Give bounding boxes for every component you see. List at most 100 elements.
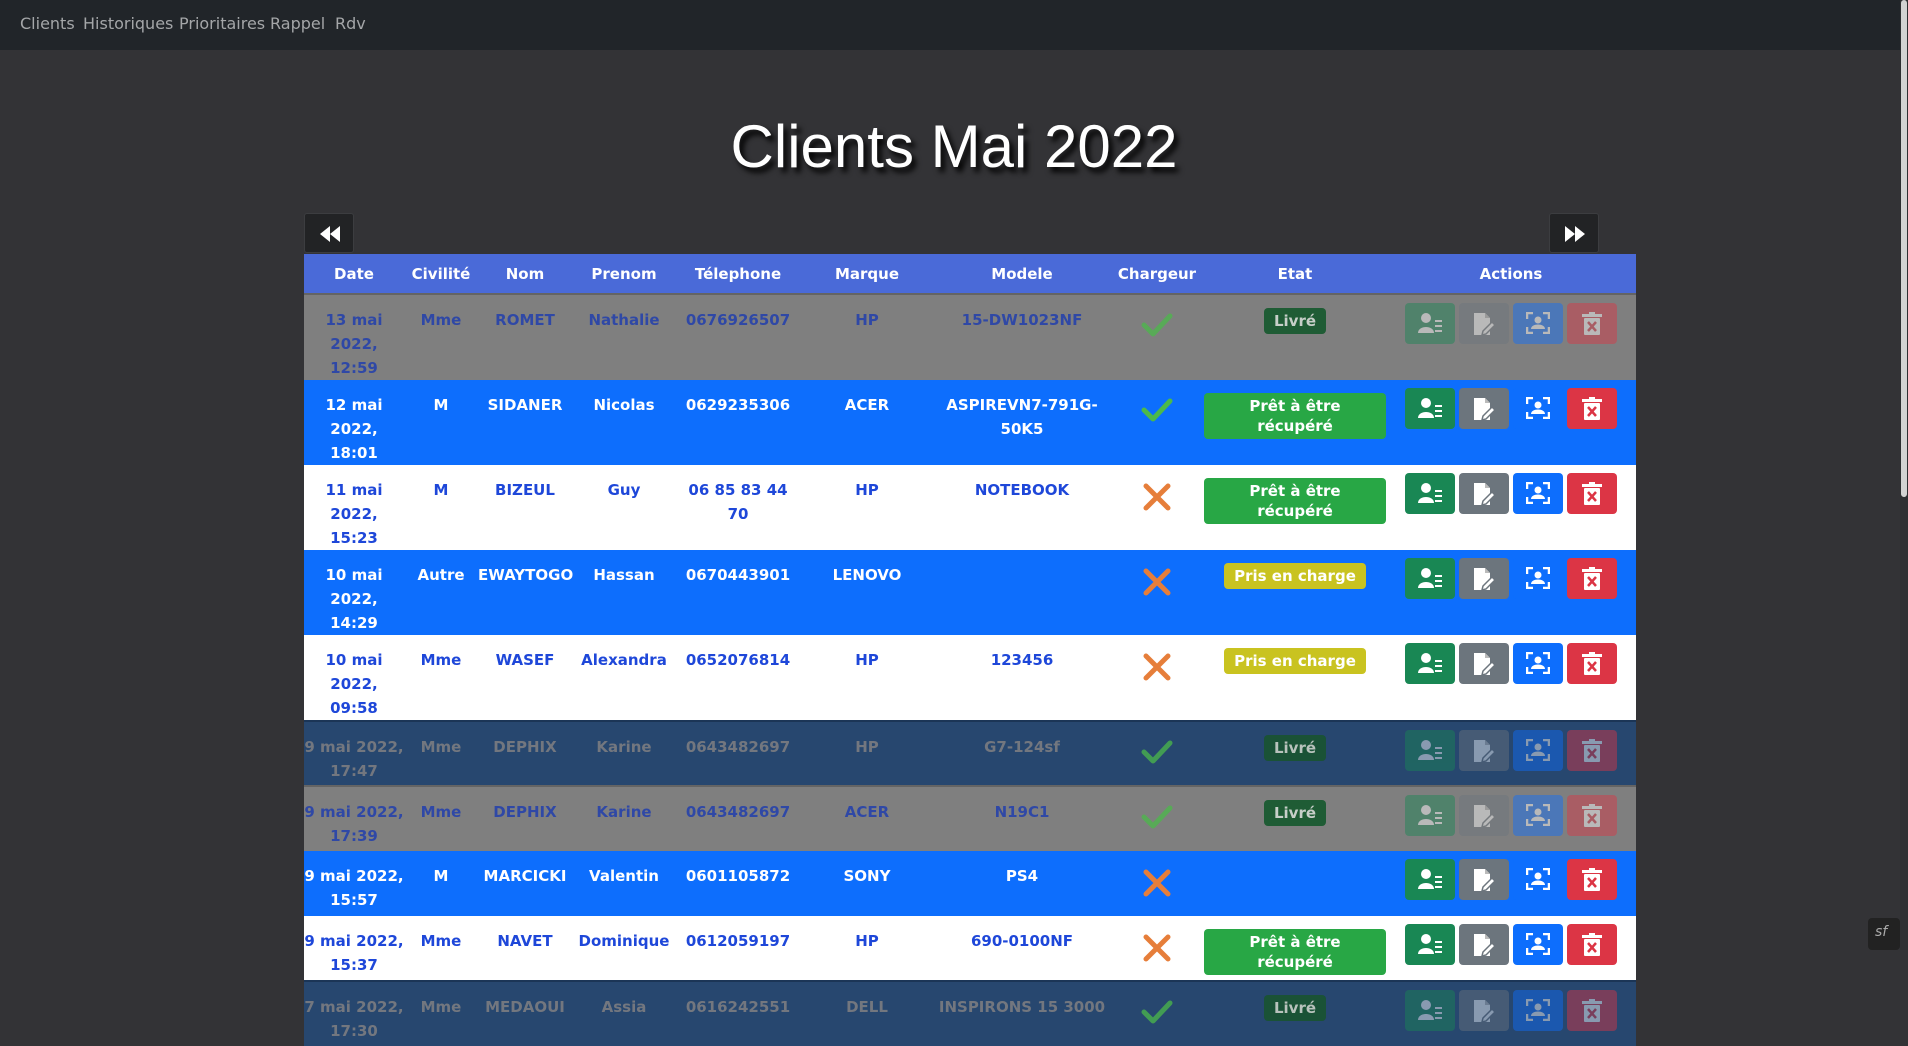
column-header-date[interactable]: Date [304, 254, 404, 294]
date-line-2: 2022, 15:23 [330, 505, 378, 547]
scan-client-button[interactable] [1513, 990, 1563, 1031]
edit-document-icon [1474, 934, 1496, 957]
delete-client-button[interactable] [1567, 795, 1617, 836]
cell-actions [1386, 465, 1636, 550]
column-header-etat[interactable]: Etat [1204, 254, 1386, 294]
scan-client-button[interactable] [1513, 473, 1563, 514]
delete-client-button[interactable] [1567, 924, 1617, 965]
page-scrollbar[interactable] [1900, 0, 1908, 950]
cell-marque: LENOVO [832, 566, 902, 584]
cell-marque: HP [855, 481, 879, 499]
view-client-button[interactable] [1405, 303, 1455, 344]
view-client-button[interactable] [1405, 990, 1455, 1031]
scan-client-button[interactable] [1513, 730, 1563, 771]
table-body: 13 mai 2022, 12:59 Mme ROMET Nathalie 0676926… [304, 294, 1636, 1046]
column-header-chargeur[interactable]: Chargeur [1110, 254, 1204, 294]
date-line-1: 11 mai [325, 481, 383, 499]
edit-document-icon [1474, 483, 1496, 506]
column-header-civilite[interactable]: Civilité [404, 254, 478, 294]
cell-actions [1386, 380, 1636, 465]
nav-link-historiques[interactable]: Historiques [83, 14, 173, 33]
scan-client-button[interactable] [1513, 643, 1563, 684]
nav-link-rdv[interactable]: Rdv [335, 14, 366, 33]
date-line-2: 2022, 09:58 [330, 675, 378, 717]
check-icon [1141, 1000, 1173, 1024]
delete-client-button[interactable] [1567, 473, 1617, 514]
cell-marque: ACER [844, 803, 890, 821]
edit-document-icon [1474, 740, 1496, 763]
table-row: 10 mai 2022, 09:58 Mme WASEF Alexandra 065207… [304, 635, 1636, 721]
cell-modele: 15-DW1023NF [961, 311, 1083, 329]
cell-actions [1386, 550, 1636, 635]
view-client-button[interactable] [1405, 558, 1455, 599]
cell-etat: Prêt à être récupéré [1204, 465, 1386, 550]
status-badge: Livré [1263, 308, 1327, 334]
nav-link-clients[interactable]: Clients [20, 14, 75, 33]
cell-prenom: Dominique [578, 932, 670, 950]
cell-etat: Livré [1204, 981, 1386, 1046]
date-line-2: 17:30 [330, 1022, 378, 1040]
cross-icon [1143, 869, 1171, 897]
delete-client-button[interactable] [1567, 859, 1617, 900]
nav-link-rappel[interactable]: Rappel [270, 14, 325, 33]
cell-telephone: 0670443901 [685, 566, 791, 584]
symfony-toolbar-toggle[interactable]: sf [1868, 918, 1900, 950]
cell-modele: ASPIREVN7-791G-50K5 [946, 396, 1098, 438]
edit-document-icon [1474, 313, 1496, 336]
view-client-button[interactable] [1405, 730, 1455, 771]
cell-civilite: Mme [420, 651, 462, 669]
date-line-2: 2022, 12:59 [330, 335, 378, 377]
scan-user-icon [1526, 868, 1550, 890]
delete-client-button[interactable] [1567, 388, 1617, 429]
table-row: 13 mai 2022, 12:59 Mme ROMET Nathalie 0676926… [304, 294, 1636, 380]
scan-client-button[interactable] [1513, 859, 1563, 900]
next-month-button[interactable] [1549, 213, 1599, 253]
scrollbar-thumb[interactable] [1901, 0, 1907, 497]
column-header-prenom[interactable]: Prenom [572, 254, 676, 294]
delete-client-button[interactable] [1567, 303, 1617, 344]
edit-client-button[interactable] [1459, 303, 1509, 344]
user-details-icon [1418, 805, 1442, 825]
table-row: 12 mai 2022, 18:01 M SIDANER Nicolas 06292353… [304, 380, 1636, 465]
delete-client-button[interactable] [1567, 558, 1617, 599]
view-client-button[interactable] [1405, 924, 1455, 965]
scan-client-button[interactable] [1513, 558, 1563, 599]
edit-client-button[interactable] [1459, 473, 1509, 514]
cell-marque: HP [855, 311, 879, 329]
column-header-marque[interactable]: Marque [800, 254, 934, 294]
nav-link-prioritaires[interactable]: Prioritaires [179, 14, 265, 33]
scan-client-button[interactable] [1513, 924, 1563, 965]
delete-client-button[interactable] [1567, 643, 1617, 684]
cell-chargeur [1110, 380, 1204, 465]
date-line-1: 7 mai 2022, [304, 998, 404, 1016]
user-details-icon [1418, 653, 1442, 673]
edit-client-button[interactable] [1459, 643, 1509, 684]
user-details-icon [1418, 313, 1442, 333]
delete-client-button[interactable] [1567, 990, 1617, 1031]
edit-client-button[interactable] [1459, 558, 1509, 599]
edit-client-button[interactable] [1459, 730, 1509, 771]
scan-client-button[interactable] [1513, 388, 1563, 429]
column-header-nom[interactable]: Nom [478, 254, 572, 294]
view-client-button[interactable] [1405, 643, 1455, 684]
view-client-button[interactable] [1405, 473, 1455, 514]
scan-client-button[interactable] [1513, 795, 1563, 836]
scan-user-icon [1526, 652, 1550, 674]
edit-client-button[interactable] [1459, 795, 1509, 836]
scan-client-button[interactable] [1513, 303, 1563, 344]
cell-nom: WASEF [495, 651, 555, 669]
user-details-icon [1418, 398, 1442, 418]
edit-client-button[interactable] [1459, 859, 1509, 900]
column-header-modele[interactable]: Modele [934, 254, 1110, 294]
edit-client-button[interactable] [1459, 924, 1509, 965]
view-client-button[interactable] [1405, 388, 1455, 429]
status-badge: Prêt à être récupéré [1204, 478, 1386, 524]
edit-client-button[interactable] [1459, 990, 1509, 1031]
delete-client-button[interactable] [1567, 730, 1617, 771]
view-client-button[interactable] [1405, 795, 1455, 836]
cell-nom: DEPHIX [493, 738, 557, 756]
column-header-telephone[interactable]: Télephone [676, 254, 800, 294]
view-client-button[interactable] [1405, 859, 1455, 900]
previous-month-button[interactable] [304, 213, 354, 253]
edit-client-button[interactable] [1459, 388, 1509, 429]
